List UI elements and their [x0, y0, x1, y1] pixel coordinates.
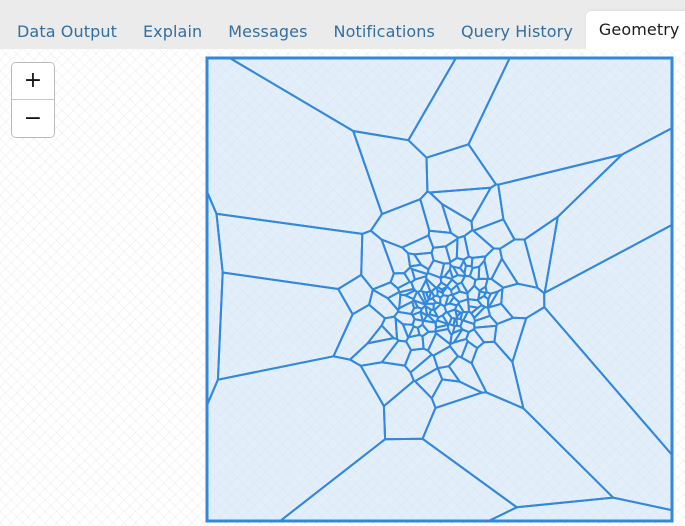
zoom-in-button[interactable]: +: [12, 63, 54, 100]
geometry-viewer-panel: Data Output Explain Messages Notificatio…: [0, 0, 685, 526]
tab-explain[interactable]: Explain: [130, 14, 215, 49]
map-canvas[interactable]: + −: [0, 49, 685, 526]
result-tabbar: Data Output Explain Messages Notificatio…: [0, 0, 685, 49]
tab-data-output[interactable]: Data Output: [4, 14, 130, 49]
geometry-layer: [205, 56, 674, 523]
tab-query-history[interactable]: Query History: [448, 14, 586, 49]
geometry-svg: [205, 56, 674, 523]
zoom-controls: + −: [11, 62, 55, 138]
zoom-out-button[interactable]: −: [12, 100, 54, 137]
tab-messages[interactable]: Messages: [215, 14, 320, 49]
tab-geometry-viewer[interactable]: Geometry Viewer: [585, 11, 685, 49]
tab-notifications[interactable]: Notifications: [321, 14, 448, 49]
